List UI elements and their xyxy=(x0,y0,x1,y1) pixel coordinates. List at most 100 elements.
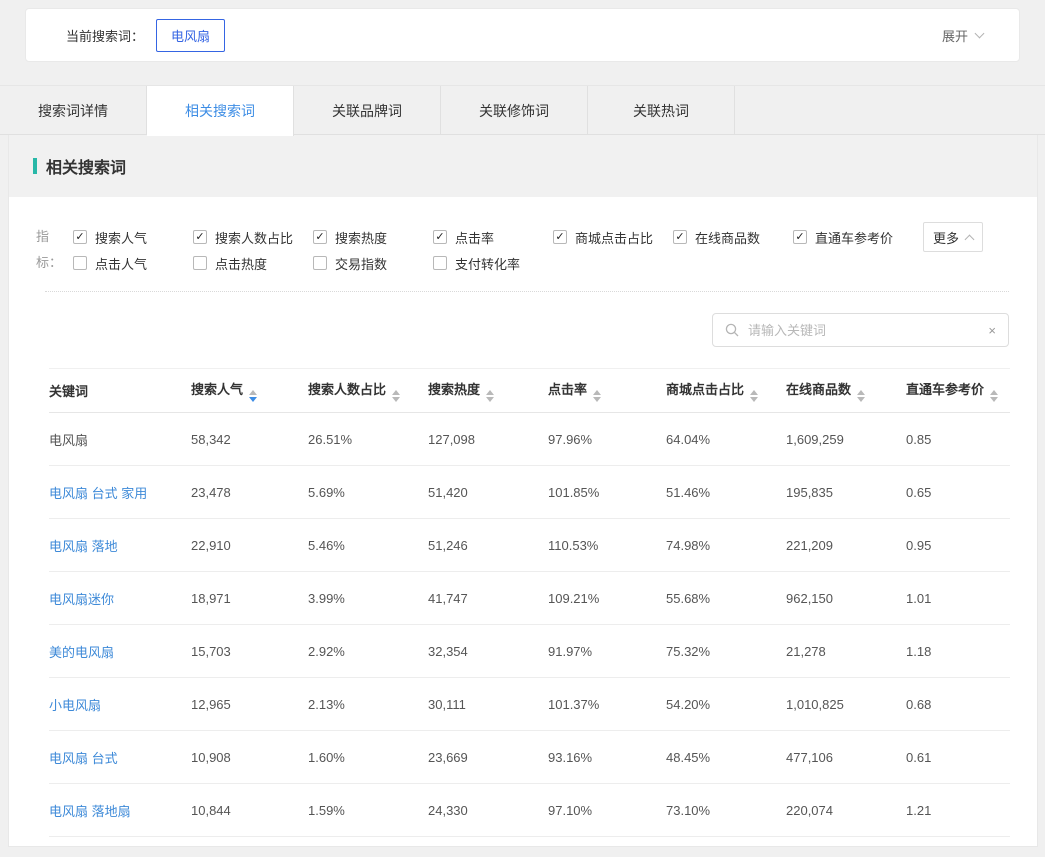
value-cell: 48.45% xyxy=(666,731,786,784)
metric-checkbox-item[interactable]: ✓在线商品数 xyxy=(673,228,793,247)
related-search-panel: 相关搜索词 指标： ✓搜索人气✓搜索人数占比✓搜索热度✓点击率✓商城点击占比✓在… xyxy=(8,135,1038,847)
column-header[interactable]: 搜索人气 xyxy=(191,369,308,413)
column-label: 点击率 xyxy=(548,382,587,397)
value-cell: 75.32% xyxy=(666,625,786,678)
value-cell: 1,609,259 xyxy=(786,413,906,466)
column-label: 搜索人数占比 xyxy=(308,382,386,397)
sort-icon[interactable] xyxy=(990,390,998,402)
value-cell: 15,703 xyxy=(191,625,308,678)
expand-toggle[interactable]: 展开 xyxy=(942,26,983,45)
column-header: 关键词 xyxy=(49,369,191,413)
value-cell: 32,354 xyxy=(428,625,548,678)
checkbox-unchecked-icon[interactable] xyxy=(73,256,87,270)
value-cell: 12,965 xyxy=(191,678,308,731)
metric-filter-row-2: 点击人气 点击热度 交易指数 支付转化率 xyxy=(73,250,913,276)
checkbox-checked-icon[interactable]: ✓ xyxy=(793,230,807,244)
value-cell: 195,835 xyxy=(786,466,906,519)
checkbox-checked-icon[interactable]: ✓ xyxy=(193,230,207,244)
sort-icon[interactable] xyxy=(486,390,494,402)
value-cell: 5.46% xyxy=(308,519,428,572)
column-header[interactable]: 商城点击占比 xyxy=(666,369,786,413)
keyword-link-cell[interactable]: 美的电风扇 xyxy=(49,625,191,678)
checkbox-checked-icon[interactable]: ✓ xyxy=(433,230,447,244)
metric-checkbox-item[interactable]: 点击热度 xyxy=(193,254,313,273)
metric-checkbox-item[interactable]: 点击人气 xyxy=(73,254,193,273)
current-keyword-tag[interactable]: 电风扇 xyxy=(156,19,225,52)
value-cell: 51,246 xyxy=(428,519,548,572)
metric-checkbox-item[interactable]: ✓搜索热度 xyxy=(313,228,433,247)
value-cell: 54.20% xyxy=(666,678,786,731)
value-cell: 109.21% xyxy=(548,572,666,625)
column-label: 关键词 xyxy=(49,384,88,399)
value-cell: 58,342 xyxy=(191,413,308,466)
checkbox-checked-icon[interactable]: ✓ xyxy=(313,230,327,244)
metric-checkbox-item[interactable]: ✓商城点击占比 xyxy=(553,228,673,247)
tab-1[interactable]: 搜索词详情 xyxy=(0,86,147,135)
checkbox-checked-icon[interactable]: ✓ xyxy=(673,230,687,244)
checkbox-unchecked-icon[interactable] xyxy=(193,256,207,270)
sort-icon[interactable] xyxy=(857,390,865,402)
metric-checkbox-item[interactable]: 支付转化率 xyxy=(433,254,553,273)
keyword-search-box[interactable]: × xyxy=(712,313,1009,347)
section-title: 相关搜索词 xyxy=(46,154,126,178)
metric-checkbox-item[interactable]: ✓直通车参考价 xyxy=(793,228,913,247)
value-cell: 74.98% xyxy=(666,519,786,572)
table-body: 电风扇58,34226.51%127,09897.96%64.04%1,609,… xyxy=(49,413,1010,837)
column-header[interactable]: 搜索热度 xyxy=(428,369,548,413)
metric-checkbox-item[interactable]: ✓点击率 xyxy=(433,228,553,247)
tab-bar: 搜索词详情相关搜索词关联品牌词关联修饰词关联热词 xyxy=(0,85,1045,135)
keyword-search-input[interactable] xyxy=(746,322,988,339)
column-label: 搜索热度 xyxy=(428,382,480,397)
value-cell: 97.96% xyxy=(548,413,666,466)
table-row: 小电风扇12,9652.13%30,111101.37%54.20%1,010,… xyxy=(49,678,1010,731)
tab-4[interactable]: 关联修饰词 xyxy=(441,86,588,135)
metric-label: 支付转化率 xyxy=(455,254,520,273)
keyword-link-cell[interactable]: 小电风扇 xyxy=(49,678,191,731)
value-cell: 41,747 xyxy=(428,572,548,625)
metric-checkbox-item[interactable]: ✓搜索人气 xyxy=(73,228,193,247)
keyword-link-cell[interactable]: 电风扇 台式 xyxy=(49,731,191,784)
tab-5[interactable]: 关联热词 xyxy=(588,86,735,135)
metrics-label: 指标： xyxy=(36,224,73,276)
column-label: 直通车参考价 xyxy=(906,382,984,397)
expand-label: 展开 xyxy=(942,26,968,45)
checkbox-checked-icon[interactable]: ✓ xyxy=(553,230,567,244)
sort-icon[interactable] xyxy=(750,390,758,402)
sort-icon[interactable] xyxy=(249,390,257,402)
column-header[interactable]: 点击率 xyxy=(548,369,666,413)
value-cell: 64.04% xyxy=(666,413,786,466)
value-cell: 2.13% xyxy=(308,678,428,731)
column-header[interactable]: 在线商品数 xyxy=(786,369,906,413)
value-cell: 10,844 xyxy=(191,784,308,837)
metric-label: 交易指数 xyxy=(335,254,387,273)
value-cell: 127,098 xyxy=(428,413,548,466)
value-cell: 51,420 xyxy=(428,466,548,519)
keyword-link-cell[interactable]: 电风扇 落地扇 xyxy=(49,784,191,837)
value-cell: 55.68% xyxy=(666,572,786,625)
value-cell: 23,478 xyxy=(191,466,308,519)
value-cell: 3.99% xyxy=(308,572,428,625)
table-row: 电风扇58,34226.51%127,09897.96%64.04%1,609,… xyxy=(49,413,1010,466)
value-cell: 0.61 xyxy=(906,731,1010,784)
checkbox-unchecked-icon[interactable] xyxy=(433,256,447,270)
clear-input-icon[interactable]: × xyxy=(988,324,996,337)
sort-icon[interactable] xyxy=(593,390,601,402)
checkbox-checked-icon[interactable]: ✓ xyxy=(73,230,87,244)
keyword-link-cell[interactable]: 电风扇迷你 xyxy=(49,572,191,625)
keyword-link-cell[interactable]: 电风扇 台式 家用 xyxy=(49,466,191,519)
keyword-link-cell[interactable]: 电风扇 落地 xyxy=(49,519,191,572)
metric-checkbox-item[interactable]: 交易指数 xyxy=(313,254,433,273)
metric-checkbox-item[interactable]: ✓搜索人数占比 xyxy=(193,228,313,247)
column-header[interactable]: 搜索人数占比 xyxy=(308,369,428,413)
value-cell: 477,106 xyxy=(786,731,906,784)
tab-2[interactable]: 相关搜索词 xyxy=(147,86,294,136)
column-header[interactable]: 直通车参考价 xyxy=(906,369,1010,413)
value-cell: 5.69% xyxy=(308,466,428,519)
checkbox-unchecked-icon[interactable] xyxy=(313,256,327,270)
sort-icon[interactable] xyxy=(392,390,400,402)
metric-label: 点击热度 xyxy=(215,254,267,273)
tab-3[interactable]: 关联品牌词 xyxy=(294,86,441,135)
table-row: 电风扇 台式 家用23,4785.69%51,420101.85%51.46%1… xyxy=(49,466,1010,519)
value-cell: 51.46% xyxy=(666,466,786,519)
more-button[interactable]: 更多 xyxy=(923,222,983,252)
